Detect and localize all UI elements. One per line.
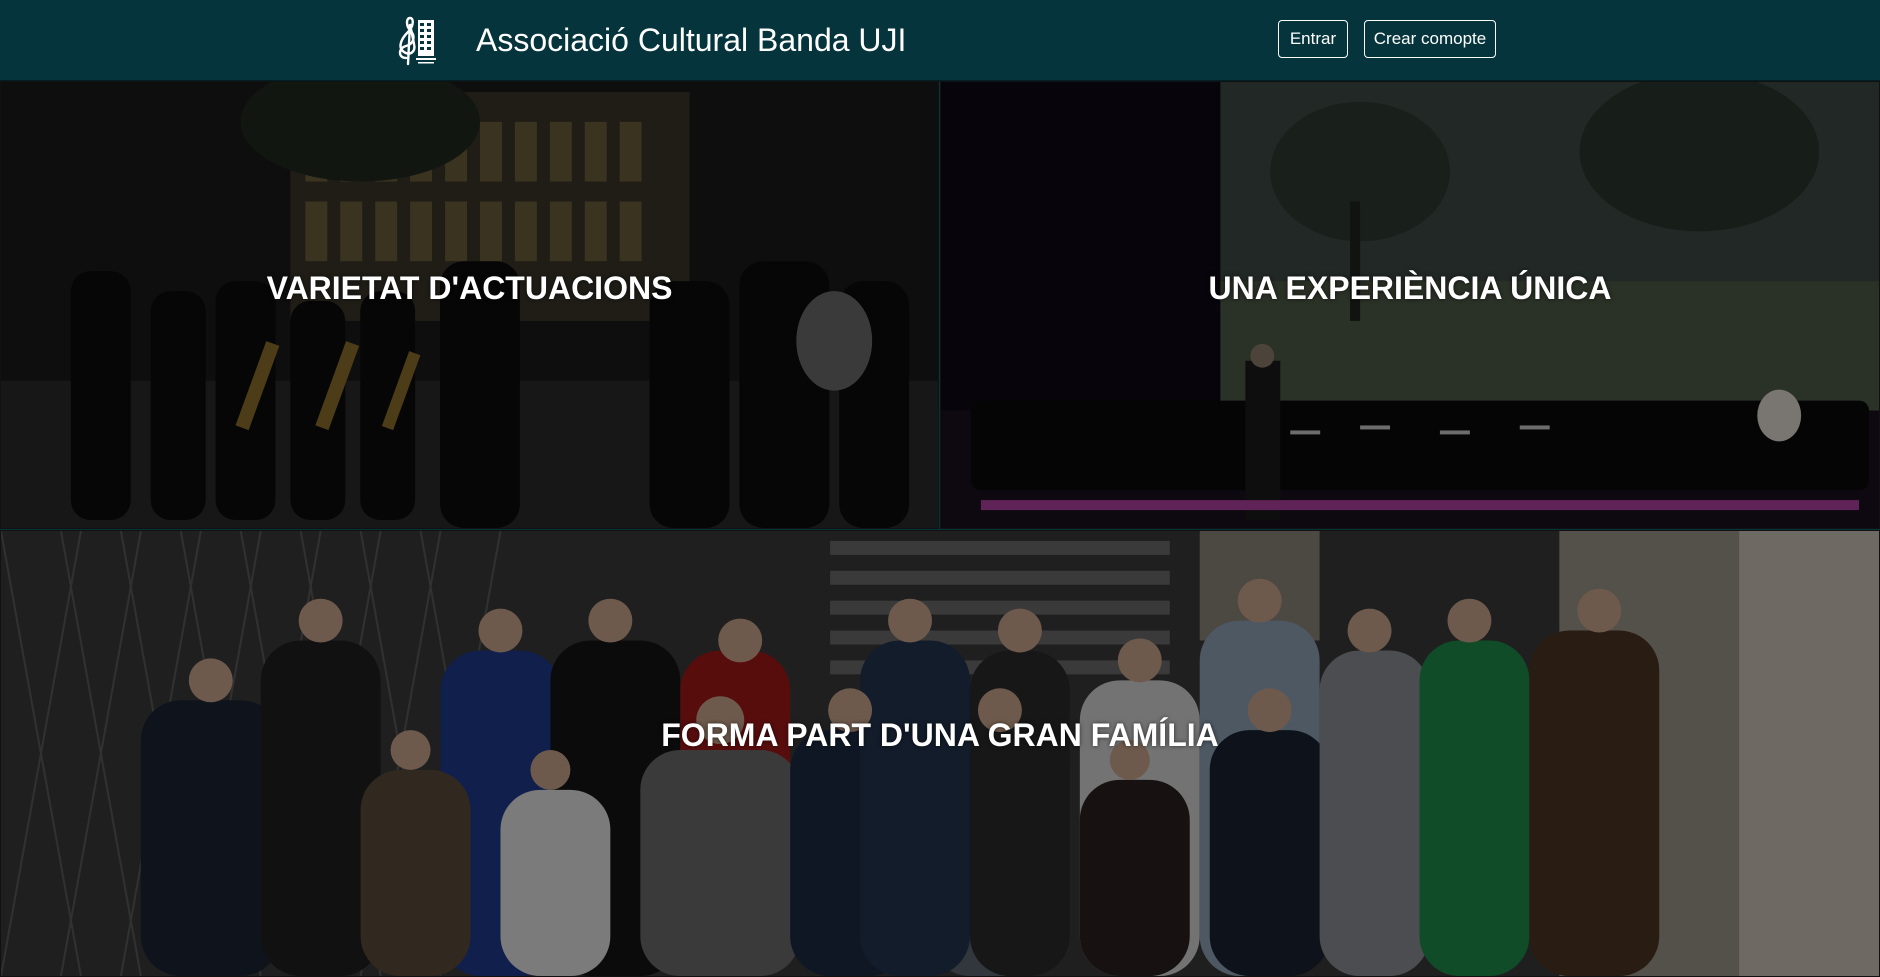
panel-caption: UNA EXPERIÈNCIA ÚNICA [1208,270,1612,306]
feature-panel-family[interactable]: FORMA PART D'UNA GRAN FAMÍLIA [0,530,1880,977]
panel-caption: FORMA PART D'UNA GRAN FAMÍLIA [661,717,1219,753]
site-title[interactable]: Associació Cultural Banda UJI [476,20,906,60]
panel-caption: VARIETAT D'ACTUACIONS [266,270,673,306]
top-navbar: Associació Cultural Banda UJI Entrar Cre… [0,0,1880,82]
feature-panel-experience[interactable]: UNA EXPERIÈNCIA ÚNICA [940,81,1880,529]
feature-panel-performances[interactable]: VARIETAT D'ACTUACIONS [0,81,939,529]
login-button[interactable]: Entrar [1278,20,1348,58]
treble-clef-logo-icon[interactable] [394,14,438,66]
create-account-button[interactable]: Crear comopte [1364,20,1496,58]
